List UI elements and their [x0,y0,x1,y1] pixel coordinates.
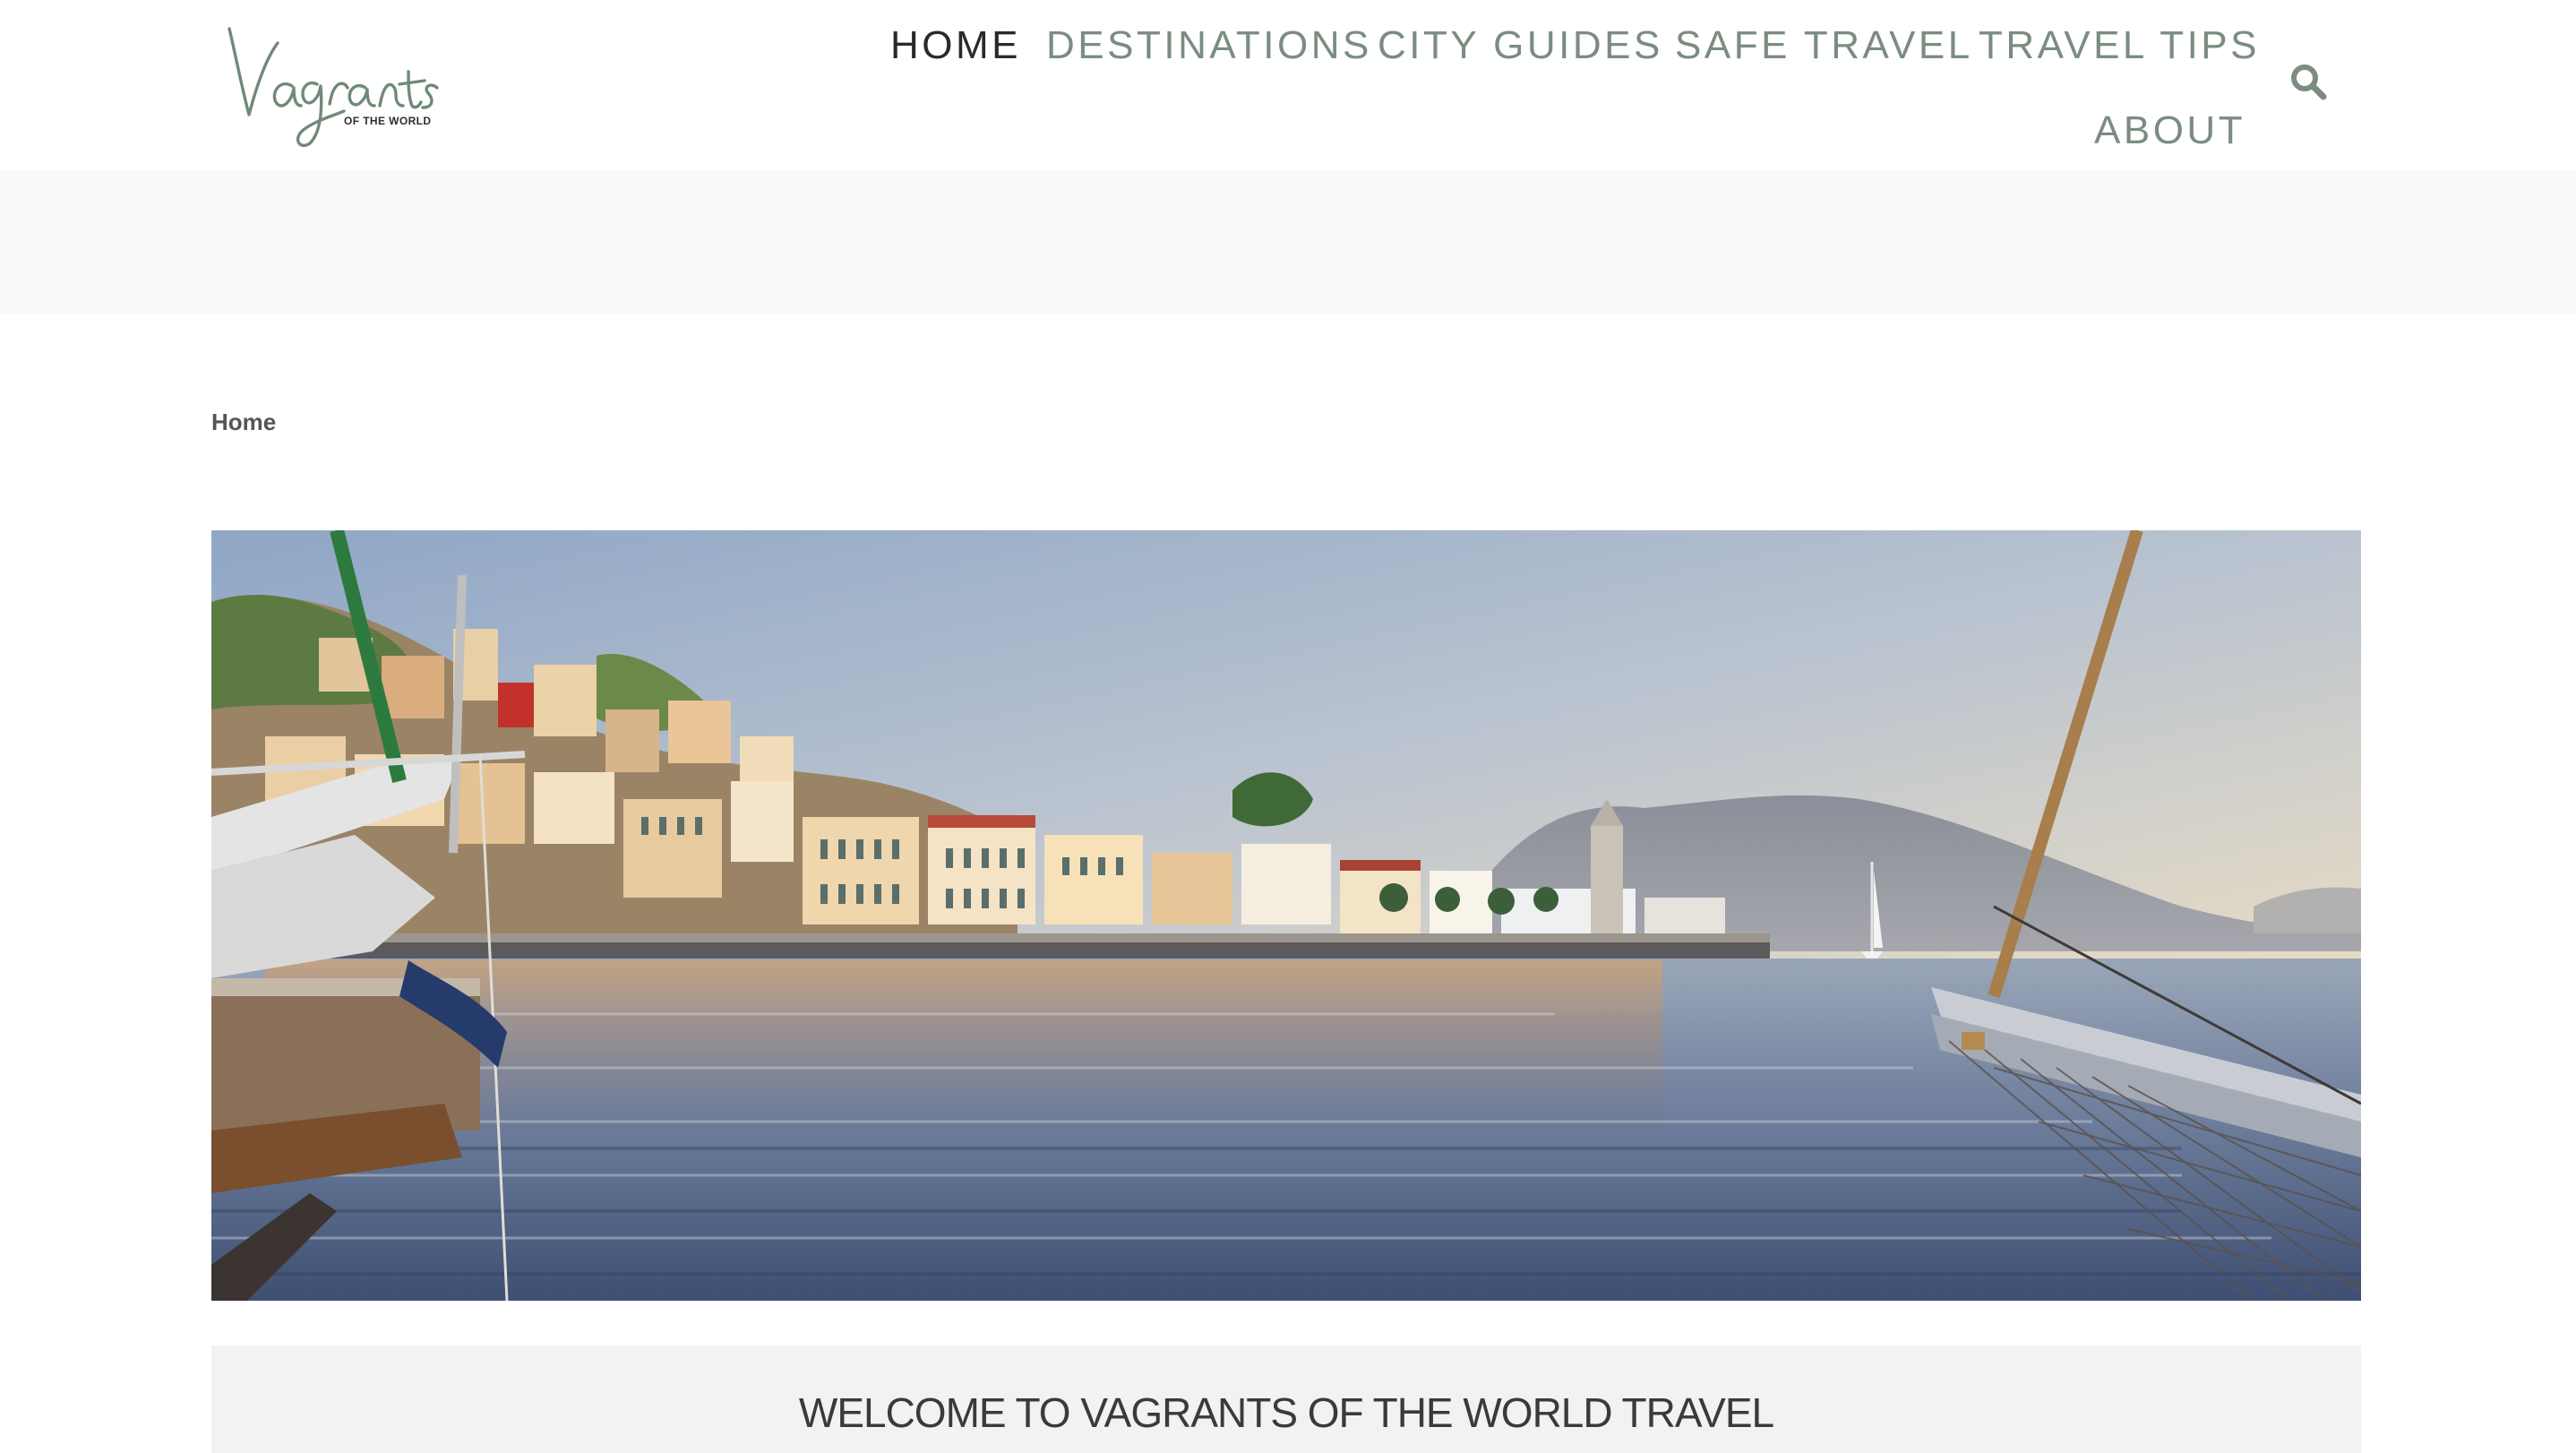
logo-wordmark: OF THE WORLD [228,27,439,147]
site-logo[interactable]: OF THE WORLD [224,16,439,150]
hero-image [211,530,2361,1301]
harbor-photo [211,530,2361,1301]
nav-item-city-guides[interactable]: CITY GUIDES [1378,26,1663,65]
site-header: OF THE WORLD HOME DESTINATIONS CITY GUID… [0,0,2576,170]
nav-item-travel-tips[interactable]: TRAVEL TIPS [1979,26,2260,65]
welcome-section: WELCOME TO VAGRANTS OF THE WORLD TRAVEL [211,1346,2361,1453]
breadcrumb-home[interactable]: Home [211,410,276,434]
nav-item-safe-travel[interactable]: SAFE TRAVEL [1675,26,1973,65]
welcome-title: WELCOME TO VAGRANTS OF THE WORLD TRAVEL [798,1389,1774,1436]
nav-item-about[interactable]: ABOUT [2094,111,2245,150]
nav-item-destinations[interactable]: DESTINATIONS [1046,26,1372,65]
search-button[interactable] [2289,63,2329,102]
header-band [0,170,2576,314]
search-icon [2291,64,2327,100]
svg-text:OF THE WORLD: OF THE WORLD [344,115,431,127]
nav-item-home[interactable]: HOME [890,26,1021,65]
